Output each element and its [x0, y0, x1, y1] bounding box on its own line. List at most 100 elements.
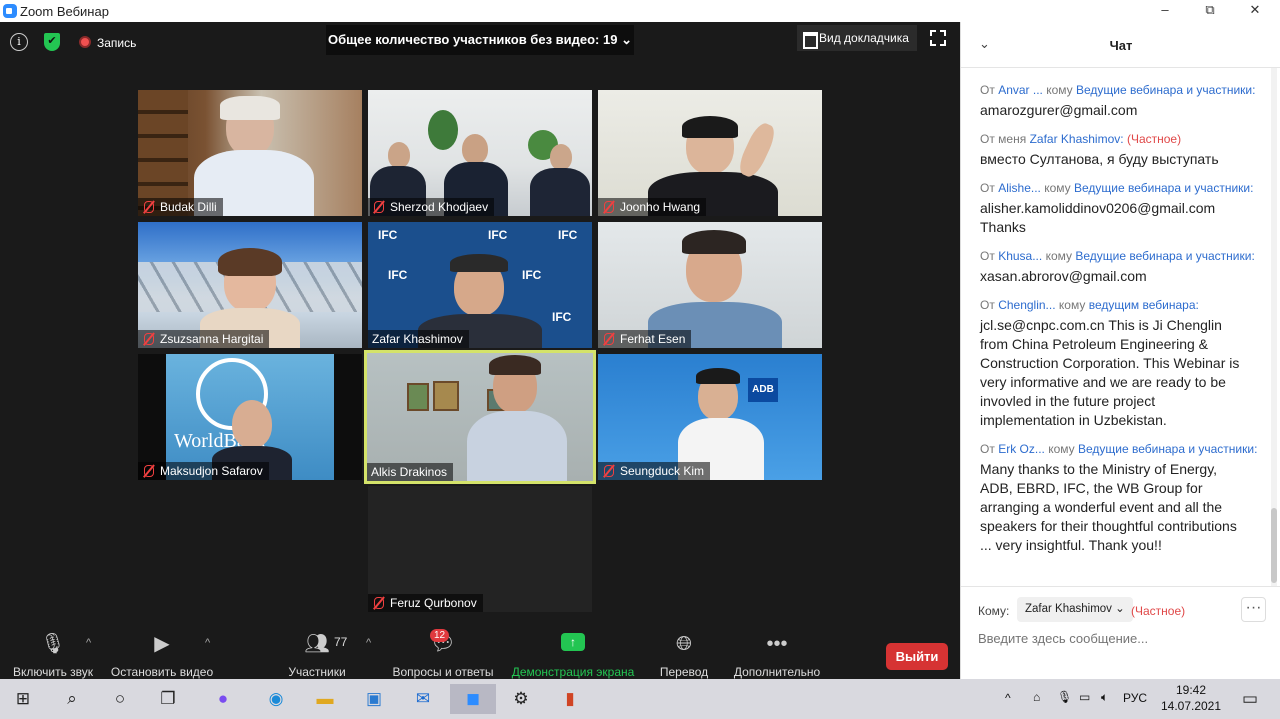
muted-mic-icon: [144, 201, 154, 213]
clock-date: 14.07.2021: [1160, 699, 1222, 713]
msg-sender[interactable]: Erk Oz...: [998, 442, 1045, 456]
more-dots-icon: •••: [766, 633, 788, 655]
leave-button[interactable]: Выйти: [886, 643, 948, 670]
chat-message-input[interactable]: [978, 631, 1263, 646]
video-tile[interactable]: IFC IFC IFC IFC IFC IFC Zafar Khashimov: [368, 222, 592, 348]
fullscreen-icon[interactable]: [930, 30, 946, 46]
unmute-label: Включить звук: [12, 665, 94, 679]
chat-scrollbar[interactable]: [1271, 68, 1277, 586]
video-tile-active-speaker[interactable]: Alkis Drakinos: [364, 350, 596, 484]
language-indicator[interactable]: РУС: [1123, 691, 1147, 705]
clock[interactable]: 19:42 14.07.2021: [1155, 682, 1227, 714]
people-icon: 👥︎: [304, 633, 330, 655]
settings-gear-icon[interactable]: ⚙: [506, 684, 536, 714]
record-label[interactable]: Запись: [97, 36, 136, 50]
chevron-down-icon: ⌄: [621, 32, 632, 47]
msg-sender[interactable]: Zafar Khashimov:: [1030, 132, 1124, 146]
speaker-view-button[interactable]: Вид докладчика: [797, 25, 917, 51]
msg-sender[interactable]: Khusa...: [998, 249, 1042, 263]
to-label: Кому:: [978, 604, 1010, 618]
msg-to-prefix: кому: [1044, 181, 1071, 195]
search-icon[interactable]: ⌕: [57, 684, 87, 714]
globe-icon: 🌐︎: [676, 633, 692, 655]
minimize-button[interactable]: ‒: [1155, 2, 1175, 17]
adb-logo: ADB: [748, 378, 778, 402]
alice-assistant-icon[interactable]: ●: [208, 684, 238, 714]
msg-text: вместо Султанова, я буду выступать: [980, 151, 1219, 167]
video-tile[interactable]: Ferhat Esen: [598, 222, 822, 348]
recipient-dropdown[interactable]: Zafar Khashimov ⌄: [1017, 597, 1133, 622]
participant-name: Sherzod Khodjaev: [368, 198, 495, 216]
maximize-button[interactable]: ⧉: [1200, 2, 1220, 18]
msg-private: (Частное): [1126, 132, 1182, 146]
store-icon[interactable]: ▣: [359, 684, 389, 714]
participant-name: Feruz Qurbonov: [368, 594, 483, 612]
windows-start-icon[interactable]: ⊞: [8, 684, 38, 714]
video-options-caret[interactable]: ^: [205, 637, 210, 649]
muted-mic-icon: 🎙︎: [40, 633, 66, 655]
clock-time: 19:42: [1175, 683, 1207, 697]
scrollbar-thumb[interactable]: [1271, 508, 1277, 583]
muted-mic-icon: [604, 333, 614, 345]
powerpoint-icon[interactable]: ▮: [555, 684, 585, 714]
meeting-area: i ✔ Запись Общее количество участников б…: [0, 22, 960, 679]
ifc-logo: IFC: [488, 228, 508, 242]
video-tile[interactable]: WorldBank Maksudjon Safarov: [138, 354, 362, 480]
mail-icon[interactable]: ✉: [408, 684, 438, 714]
msg-recipient: Ведущие вебинара и участники:: [1075, 249, 1255, 263]
microphone-icon[interactable]: 🎙︎: [1057, 690, 1072, 704]
video-tile[interactable]: Budak Dilli: [138, 90, 362, 216]
video-tile-no-video[interactable]: Feruz Qurbonov: [368, 486, 592, 612]
more-label: Дополнительно: [733, 665, 821, 679]
private-label: (Частное): [1131, 604, 1186, 618]
edge-browser-icon[interactable]: ◉: [261, 684, 291, 714]
more-button[interactable]: ••• Дополнительно: [728, 627, 826, 679]
nonvideo-participants-dropdown[interactable]: Общее количество участников без видео: 1…: [326, 25, 634, 55]
tray-expand-icon[interactable]: ^: [1005, 691, 1011, 705]
participants-count: 77: [334, 635, 348, 649]
system-tray: ^ ⌂ 🎙︎ ▭ 🔈︎ РУС: [1005, 679, 1147, 719]
window-titlebar: Zoom Вебинар ‒ ⧉ ✕: [0, 0, 1280, 22]
participants-button[interactable]: 👥︎ 77 Участники: [280, 627, 354, 679]
video-tile[interactable]: Sherzod Khodjaev: [368, 90, 592, 216]
info-icon[interactable]: i: [10, 33, 28, 51]
muted-mic-icon: [144, 465, 154, 477]
volume-icon[interactable]: 🔈︎: [1101, 690, 1108, 705]
video-tile[interactable]: Zsuzsanna Hargitai: [138, 222, 362, 348]
ifc-logo: IFC: [388, 268, 408, 282]
msg-sender[interactable]: Alishe...: [998, 181, 1041, 195]
participants-options-caret[interactable]: ^: [366, 637, 371, 649]
chat-compose: Кому: Zafar Khashimov ⌄ (Частное) ···: [961, 586, 1280, 679]
translate-button[interactable]: 🌐︎ Перевод: [652, 627, 716, 679]
chat-messages[interactable]: От Anvar ... кому Ведущие вебинара и уча…: [961, 68, 1269, 586]
msg-from-prefix: От: [980, 249, 995, 263]
file-explorer-icon[interactable]: ▬: [310, 684, 340, 714]
cortana-icon[interactable]: ○: [105, 684, 135, 714]
video-tile[interactable]: ADB Seungduck Kim: [598, 354, 822, 480]
task-view-icon[interactable]: ❐: [153, 684, 183, 714]
vpn-icon[interactable]: ⌂: [1033, 690, 1040, 704]
security-shield-icon[interactable]: ✔: [44, 33, 60, 51]
participants-label: Участники: [288, 665, 346, 679]
qa-button[interactable]: 💬︎ 12 Вопросы и ответы: [388, 627, 498, 679]
video-tile[interactable]: Joonho Hwang: [598, 90, 822, 216]
muted-mic-icon: [374, 597, 384, 609]
msg-sender[interactable]: Chenglin...: [998, 298, 1055, 312]
zoom-taskbar-icon[interactable]: ◼: [450, 684, 496, 714]
share-screen-button[interactable]: ↑ Демонстрация экрана: [508, 627, 638, 679]
stop-video-button[interactable]: ▶︎ Остановить видео: [108, 627, 216, 679]
chat-message: От Alishe... кому Ведущие вебинара и уча…: [980, 181, 1269, 237]
zoom-logo-icon: [3, 4, 17, 18]
participant-name: Alkis Drakinos: [367, 463, 454, 481]
msg-from-prefix: От: [980, 442, 995, 456]
msg-sender[interactable]: Anvar ...: [998, 83, 1043, 97]
chat-more-options-button[interactable]: ···: [1241, 597, 1266, 622]
msg-to-prefix: кому: [1046, 83, 1073, 97]
audio-options-caret[interactable]: ^: [86, 637, 91, 649]
meeting-toolbar: 🎙︎ Включить звук ^ ▶︎ Остановить видео ^…: [0, 627, 960, 679]
network-icon[interactable]: ▭: [1079, 690, 1090, 704]
unmute-button[interactable]: 🎙︎ Включить звук: [8, 627, 98, 679]
msg-from-prefix: От: [980, 83, 995, 97]
notifications-icon[interactable]: ▭: [1235, 684, 1265, 714]
close-button[interactable]: ✕: [1245, 2, 1265, 18]
